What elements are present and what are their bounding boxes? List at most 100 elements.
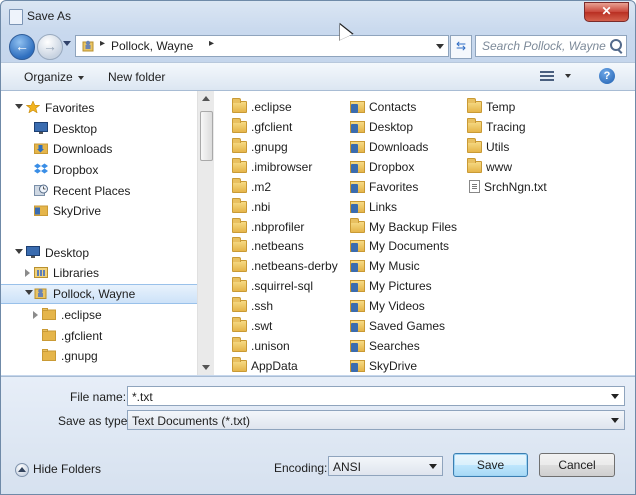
links-folder-icon xyxy=(350,201,365,213)
list-item[interactable]: My Backup Files xyxy=(350,217,457,237)
sidebar-item-libraries[interactable]: Libraries xyxy=(1,263,197,283)
encoding-select[interactable]: ANSI xyxy=(328,456,443,476)
sidebar-item-dropbox[interactable]: Dropbox xyxy=(1,160,197,180)
scroll-down-arrow-icon[interactable] xyxy=(202,365,210,370)
dropbox-icon xyxy=(34,163,48,174)
save-type-value: Text Documents (*.txt) xyxy=(132,414,251,428)
sidebar-item-recent-places[interactable]: Recent Places xyxy=(1,181,197,201)
forward-button[interactable]: → xyxy=(37,34,63,60)
list-item[interactable]: My Pictures xyxy=(350,276,432,296)
folder-icon xyxy=(232,118,247,133)
item-label: Saved Games xyxy=(369,319,446,333)
expand-arrow-icon[interactable] xyxy=(33,311,38,319)
file-name-value[interactable]: *.txt xyxy=(132,390,153,404)
expand-arrow-icon[interactable] xyxy=(25,269,30,277)
item-label: SrchNgn.txt xyxy=(484,180,547,194)
list-item[interactable]: SrchNgn.txt xyxy=(469,177,547,197)
list-item[interactable]: .swt xyxy=(232,316,272,336)
sidebar-item-gfclient[interactable]: .gfclient xyxy=(1,326,197,346)
list-item[interactable]: .ssh xyxy=(232,296,273,316)
collapse-arrow-icon[interactable] xyxy=(15,104,23,109)
change-view-button[interactable] xyxy=(540,71,554,81)
list-item[interactable]: AppData xyxy=(232,356,298,375)
list-item[interactable]: SkyDrive xyxy=(350,356,417,375)
scroll-thumb[interactable] xyxy=(200,111,213,161)
sidebar-item-label: Pollock, Wayne xyxy=(53,287,136,301)
folder-icon xyxy=(232,337,247,352)
list-item[interactable]: .squirrel-sql xyxy=(232,276,313,296)
list-item[interactable]: My Music xyxy=(350,256,420,276)
list-item[interactable]: Downloads xyxy=(350,137,428,157)
list-item[interactable]: .netbeans xyxy=(232,236,304,256)
item-label: .nbprofiler xyxy=(251,220,305,234)
list-item[interactable]: .m2 xyxy=(232,177,271,197)
breadcrumb-pollock-wayne[interactable]: Pollock, Wayne xyxy=(111,39,193,53)
sidebar-item-desktop-root[interactable]: Desktop xyxy=(1,243,197,263)
list-item[interactable]: .gnupg xyxy=(232,137,288,157)
scroll-up-arrow-icon[interactable] xyxy=(202,96,210,101)
close-button[interactable]: ✕ xyxy=(584,2,629,22)
documents-folder-icon xyxy=(350,240,365,252)
list-item[interactable]: .eclipse xyxy=(232,97,292,117)
cancel-button[interactable]: Cancel xyxy=(539,453,615,477)
file-name-field[interactable]: *.txt xyxy=(127,386,625,406)
notepad-icon xyxy=(9,9,23,25)
collapse-arrow-icon[interactable] xyxy=(15,249,23,254)
back-button[interactable]: ← xyxy=(9,34,35,60)
list-item[interactable]: Utils xyxy=(467,137,509,157)
list-item[interactable]: www xyxy=(467,157,512,177)
list-item[interactable]: Desktop xyxy=(350,117,413,137)
breadcrumb-separator[interactable]: ▸ xyxy=(100,38,105,49)
sidebar-item-desktop[interactable]: Desktop xyxy=(1,119,197,139)
item-label: My Documents xyxy=(369,239,450,253)
sidebar-item-eclipse[interactable]: .eclipse xyxy=(1,305,197,325)
sidebar-item-label: Desktop xyxy=(45,246,90,260)
skydrive-folder-icon xyxy=(350,360,365,372)
save-type-select[interactable]: Text Documents (*.txt) xyxy=(127,410,625,430)
folder-icon xyxy=(232,98,247,113)
list-item[interactable]: .unison xyxy=(232,336,290,356)
list-item[interactable]: .imibrowser xyxy=(232,157,312,177)
list-item[interactable]: My Videos xyxy=(350,296,425,316)
list-item[interactable]: Tracing xyxy=(467,117,526,137)
chevron-down-icon xyxy=(611,418,619,423)
address-history-dropdown[interactable] xyxy=(436,44,444,49)
view-options-dropdown[interactable] xyxy=(565,74,571,78)
list-item[interactable]: Favorites xyxy=(350,177,418,197)
list-item[interactable]: Saved Games xyxy=(350,316,445,336)
chevron-down-icon xyxy=(429,464,437,469)
organize-menu[interactable]: Organize xyxy=(24,70,84,84)
collapse-arrow-icon[interactable] xyxy=(25,290,33,295)
sidebar-item-gnupg[interactable]: .gnupg xyxy=(1,346,197,366)
recent-locations-dropdown[interactable] xyxy=(63,41,71,46)
list-item[interactable]: Links xyxy=(350,197,397,217)
list-item[interactable]: .nbi xyxy=(232,197,270,217)
breadcrumb-separator[interactable]: ▸ xyxy=(209,38,214,49)
folder-icon xyxy=(232,198,247,213)
list-item[interactable]: .nbprofiler xyxy=(232,217,304,237)
list-item[interactable]: Searches xyxy=(350,336,420,356)
folder-icon xyxy=(232,257,247,272)
folder-icon xyxy=(232,317,247,332)
refresh-button[interactable]: ⇆ xyxy=(450,35,472,59)
address-bar[interactable]: ▸ Pollock, Wayne ▸ xyxy=(75,35,449,57)
search-input[interactable]: Search Pollock, Wayne xyxy=(475,35,627,57)
folder-icon xyxy=(232,357,247,372)
item-label: Utils xyxy=(486,140,510,154)
navigation-pane-scrollbar[interactable] xyxy=(197,91,214,375)
sidebar-item-label: Recent Places xyxy=(53,184,131,198)
sidebar-item-downloads[interactable]: Downloads xyxy=(1,139,197,159)
chevron-down-icon[interactable] xyxy=(611,394,619,399)
list-item[interactable]: .gfclient xyxy=(232,117,292,137)
list-item[interactable]: .netbeans-derby xyxy=(232,256,338,276)
list-item[interactable]: Contacts xyxy=(350,97,416,117)
sidebar-item-favorites[interactable]: Favorites xyxy=(1,98,197,118)
new-folder-button[interactable]: New folder xyxy=(108,70,165,84)
list-item[interactable]: My Documents xyxy=(350,236,449,256)
list-item[interactable]: Temp xyxy=(467,97,515,117)
help-button[interactable]: ? xyxy=(599,68,615,84)
sidebar-item-pollock-wayne[interactable]: Pollock, Wayne xyxy=(1,284,197,304)
save-button[interactable]: Save xyxy=(453,453,528,477)
list-item[interactable]: Dropbox xyxy=(350,157,414,177)
sidebar-item-skydrive[interactable]: SkyDrive xyxy=(1,201,197,221)
